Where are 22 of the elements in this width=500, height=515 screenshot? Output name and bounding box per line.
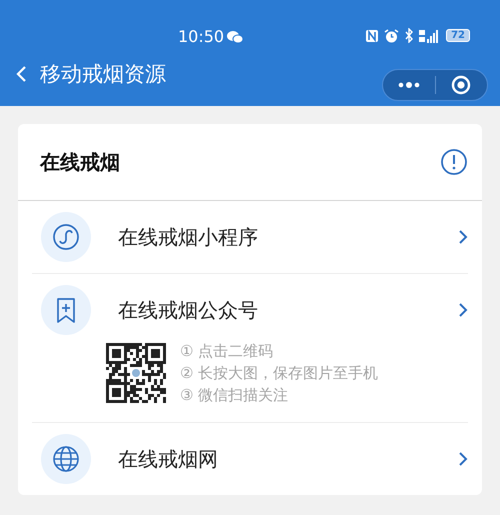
resource-link[interactable]: 在线戒烟公众号 <box>118 296 458 324</box>
info-icon[interactable] <box>440 148 468 176</box>
chevron-right-icon[interactable] <box>458 302 468 318</box>
alarm-icon <box>384 28 400 42</box>
instruction-step: ② 长按大图，保存图片至手机 <box>180 362 378 384</box>
resource-link[interactable]: 在线戒烟网 <box>118 446 458 472</box>
back-icon[interactable] <box>16 65 28 83</box>
instruction-step: ① 点击二维码 <box>180 340 378 362</box>
qr-code[interactable] <box>106 343 166 403</box>
status-time: 10:50 <box>178 27 224 47</box>
chevron-right-icon[interactable] <box>458 229 468 245</box>
battery-level: 72 <box>446 29 470 42</box>
more-icon[interactable] <box>398 81 420 89</box>
nfc-icon <box>365 28 380 42</box>
chat-icon <box>226 30 244 44</box>
resource-link[interactable]: 在线戒烟小程序 <box>118 224 458 250</box>
chevron-right-icon[interactable] <box>458 451 468 467</box>
bluetooth-icon <box>404 28 414 43</box>
instruction-step: ③ 微信扫描关注 <box>180 384 378 406</box>
close-icon[interactable] <box>451 75 472 95</box>
card-title: 在线戒烟 <box>40 148 120 176</box>
page-title: 移动戒烟资源 <box>40 61 166 88</box>
